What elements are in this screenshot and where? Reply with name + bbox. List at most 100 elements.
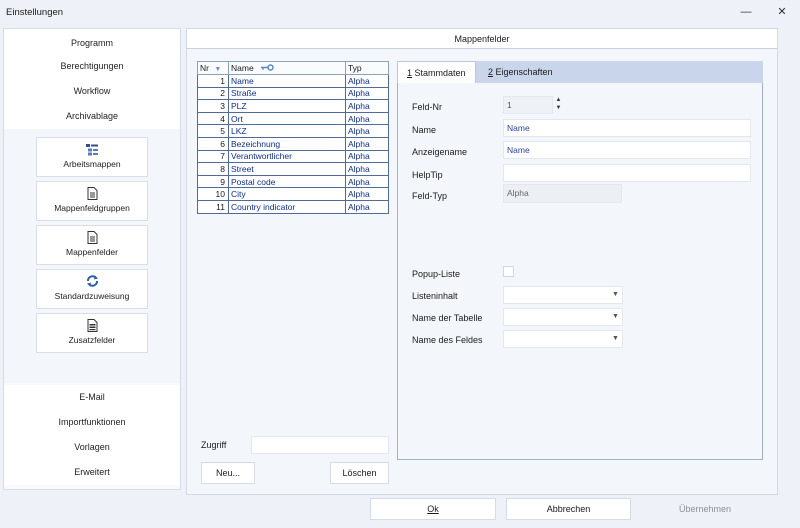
refresh-icon xyxy=(37,270,147,288)
cancel-button[interactable]: Abbrechen xyxy=(506,498,631,520)
row-typ-cell[interactable]: Alpha xyxy=(344,124,390,138)
minimize-button[interactable]: — xyxy=(736,4,756,20)
sidebar-button-zusatzfelder[interactable]: Zusatzfelder xyxy=(36,313,148,353)
table-row[interactable]: 7 Verantwortlicher Alpha xyxy=(197,149,390,164)
sidebar-button-standardzuweisung[interactable]: Standardzuweisung xyxy=(36,269,148,309)
row-name-cell[interactable]: Bezeichnung xyxy=(228,136,346,151)
sidebar-button-mappenfelder[interactable]: Mappenfelder xyxy=(36,225,148,265)
row-nr-cell[interactable]: 11 xyxy=(197,199,229,214)
row-name-cell[interactable]: Country indicator xyxy=(228,199,346,214)
spin-up-icon[interactable]: ▲ xyxy=(553,96,564,104)
detail-pane: 1 Stammdaten 2 Eigenschaften Feld-Nr 1 ▲… xyxy=(397,61,763,460)
table-row[interactable]: 4 Ort Alpha xyxy=(197,111,390,126)
row-typ-cell[interactable]: Alpha xyxy=(344,199,390,214)
row-nr-cell[interactable]: 3 xyxy=(197,99,229,113)
row-nr-cell[interactable]: 2 xyxy=(197,86,229,101)
row-typ-cell[interactable]: Alpha xyxy=(344,136,390,151)
row-name-cell[interactable]: Straße xyxy=(228,86,346,101)
sidebar-item-erweitert[interactable]: Erweitert xyxy=(4,460,180,485)
table-row[interactable]: 6 Bezeichnung Alpha xyxy=(197,136,390,151)
column-header-nr[interactable]: Nr ▼ xyxy=(197,61,229,75)
table-row[interactable]: 3 PLZ Alpha xyxy=(197,99,390,113)
row-name-cell[interactable]: Verantwortlicher xyxy=(228,149,346,164)
fields-grid: Nr ▼ Name Typ 1 Name Alpha 2 Straße Alpha 3 PLZ… xyxy=(197,61,390,214)
listeninhalt-label: Listeninhalt xyxy=(412,291,458,301)
sidebar-item-workflow[interactable]: Workflow xyxy=(4,79,180,104)
key-icon xyxy=(261,63,274,73)
row-name-cell[interactable]: LKZ xyxy=(228,124,346,138)
sidebar-button-label: Zusatzfelder xyxy=(68,335,116,345)
row-typ-cell[interactable]: Alpha xyxy=(344,187,390,201)
tab-stammdaten-label: Stammdaten xyxy=(412,68,466,78)
row-nr-cell[interactable]: 6 xyxy=(197,136,229,151)
row-nr-cell[interactable]: 7 xyxy=(197,149,229,164)
row-typ-cell[interactable]: Alpha xyxy=(344,99,390,113)
sidebar: Programm Berechtigungen Workflow Archiva… xyxy=(3,28,181,490)
sidebar-item-archivablage[interactable]: Archivablage xyxy=(4,104,180,129)
row-nr-cell[interactable]: 10 xyxy=(197,187,229,201)
sidebar-button-mappenfeldgruppen[interactable]: Mappenfeldgruppen xyxy=(36,181,148,221)
feld-select[interactable]: ▼ xyxy=(503,330,623,348)
sidebar-item-berechtigungen[interactable]: Berechtigungen xyxy=(4,54,180,79)
row-typ-cell[interactable]: Alpha xyxy=(344,86,390,101)
row-name-cell[interactable]: City xyxy=(228,187,346,201)
row-typ-cell[interactable]: Alpha xyxy=(344,162,390,176)
sidebar-button-label: Standardzuweisung xyxy=(54,291,130,301)
spin-stepper[interactable]: ▲ ▼ xyxy=(553,96,564,114)
cancel-button-label: Abbrechen xyxy=(546,504,591,514)
zugriff-input[interactable] xyxy=(251,436,389,454)
tab-stammdaten[interactable]: 1 Stammdaten xyxy=(397,61,476,83)
tab-eigenschaften[interactable]: 2 Eigenschaften xyxy=(479,61,562,83)
popup-liste-checkbox[interactable] xyxy=(503,266,514,277)
row-name-cell[interactable]: Street xyxy=(228,162,346,176)
popup-liste-label: Popup-Liste xyxy=(412,269,461,279)
row-nr-cell[interactable]: 8 xyxy=(197,162,229,176)
row-nr-cell[interactable]: 5 xyxy=(197,124,229,138)
column-header-name[interactable]: Name xyxy=(228,61,346,75)
chevron-down-icon[interactable]: ▼ xyxy=(609,287,622,303)
row-name-cell[interactable]: Name xyxy=(228,74,346,88)
row-typ-cell[interactable]: Alpha xyxy=(344,149,390,164)
feld-nr-field[interactable]: 1 xyxy=(503,96,553,114)
row-typ-cell[interactable]: Alpha xyxy=(344,74,390,88)
row-typ-cell[interactable]: Alpha xyxy=(344,111,390,126)
ok-button[interactable]: Ok xyxy=(370,498,496,520)
table-row[interactable]: 5 LKZ Alpha xyxy=(197,124,390,138)
row-name-cell[interactable]: Ort xyxy=(228,111,346,126)
column-header-nr-label: Nr xyxy=(200,63,209,73)
table-row[interactable]: 11 Country indicator Alpha xyxy=(197,199,390,214)
table-row[interactable]: 2 Straße Alpha xyxy=(197,86,390,101)
sidebar-item-email[interactable]: E-Mail xyxy=(4,385,180,410)
sidebar-item-importfunktionen[interactable]: Importfunktionen xyxy=(4,410,180,435)
new-button[interactable]: Neu... xyxy=(201,462,255,484)
listeninhalt-select[interactable]: ▼ xyxy=(503,286,623,304)
row-nr-cell[interactable]: 9 xyxy=(197,174,229,189)
sidebar-item-vorlagen[interactable]: Vorlagen xyxy=(4,435,180,460)
document-list-icon xyxy=(37,314,147,332)
delete-button[interactable]: Löschen xyxy=(330,462,389,484)
helptip-field[interactable] xyxy=(503,164,751,182)
feld-label: Name des Feldes xyxy=(412,335,483,345)
main-panel: Mappenfelder Nr ▼ Name Typ 1 Name Alpha 2 St… xyxy=(186,28,778,495)
table-row[interactable]: 10 City Alpha xyxy=(197,187,390,201)
ok-button-label: Ok xyxy=(427,504,439,514)
spin-down-icon[interactable]: ▼ xyxy=(553,104,564,112)
row-name-cell[interactable]: Postal code xyxy=(228,174,346,189)
row-name-cell[interactable]: PLZ xyxy=(228,99,346,113)
anzeigename-field[interactable]: Name xyxy=(503,141,751,159)
row-nr-cell[interactable]: 1 xyxy=(197,74,229,88)
chevron-down-icon[interactable]: ▼ xyxy=(609,309,622,325)
sidebar-button-arbeitsmappen[interactable]: Arbeitsmappen xyxy=(36,137,148,177)
table-row[interactable]: 1 Name Alpha xyxy=(197,74,390,88)
row-typ-cell[interactable]: Alpha xyxy=(344,174,390,189)
tabelle-select[interactable]: ▼ xyxy=(503,308,623,326)
column-header-typ[interactable]: Typ xyxy=(344,61,390,75)
chevron-down-icon[interactable]: ▼ xyxy=(609,331,622,347)
name-field[interactable]: Name xyxy=(503,119,751,137)
table-row[interactable]: 9 Postal code Alpha xyxy=(197,174,390,189)
sidebar-item-programm[interactable]: Programm xyxy=(4,29,180,54)
row-nr-cell[interactable]: 4 xyxy=(197,111,229,126)
table-row[interactable]: 8 Street Alpha xyxy=(197,162,390,176)
apply-button[interactable]: Übernehmen xyxy=(642,498,768,520)
close-button[interactable]: ✕ xyxy=(772,4,792,20)
